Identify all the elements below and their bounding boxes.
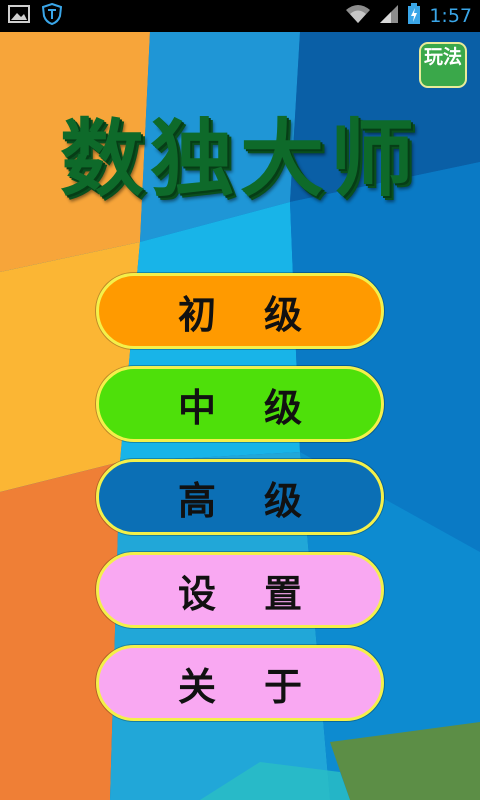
app-title: 数独大师: [59, 110, 420, 208]
gallery-icon: [8, 5, 30, 27]
beginner-level-button[interactable]: 初级: [96, 273, 384, 349]
about-button[interactable]: 关于: [96, 645, 384, 721]
status-time: 1:57: [429, 5, 472, 27]
rules-button[interactable]: 玩法: [419, 42, 467, 88]
status-left-icons: [8, 2, 63, 29]
advanced-level-button[interactable]: 高级: [96, 459, 384, 535]
status-bar: 1:57: [0, 0, 480, 32]
settings-button[interactable]: 设置: [96, 552, 384, 628]
wifi-icon: [345, 4, 371, 28]
signal-icon: [379, 4, 399, 28]
intermediate-level-button[interactable]: 中级: [96, 366, 384, 442]
battery-charging-icon: [407, 3, 421, 29]
shield-icon: [41, 2, 63, 29]
status-right-icons: 1:57: [345, 3, 472, 29]
